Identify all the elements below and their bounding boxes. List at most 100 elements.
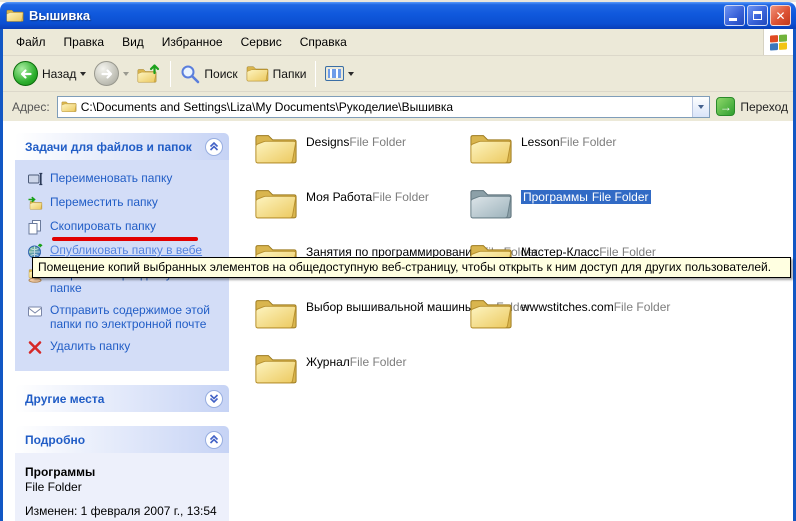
address-label: Адрес: — [12, 100, 50, 114]
move-folder-icon — [27, 195, 43, 211]
task-label: Переместить папку — [50, 195, 158, 209]
task-email-folder[interactable]: Отправить содержимое этой папки по элект… — [27, 303, 223, 331]
forward-button[interactable] — [90, 59, 133, 88]
maximize-icon — [753, 11, 762, 20]
forward-dropdown-icon — [123, 72, 129, 76]
details-item-type: File Folder — [25, 480, 221, 494]
menu-edit[interactable]: Правка — [55, 32, 114, 52]
folders-button[interactable]: Папки — [242, 62, 311, 85]
folders-icon — [246, 64, 269, 83]
task-move-folder[interactable]: Переместить папку — [27, 195, 223, 211]
chevron-down-icon — [698, 105, 704, 109]
email-icon — [27, 303, 43, 319]
minimize-button[interactable] — [724, 5, 745, 26]
folder-icon-selected — [469, 185, 513, 222]
address-bar: Адрес: → Переход — [3, 91, 793, 121]
go-button[interactable]: → Переход — [716, 97, 788, 116]
file-tasks-title: Задачи для файлов и папок — [25, 140, 192, 154]
folder-name: Designs — [306, 135, 349, 149]
other-places-panel: Другие места — [15, 385, 229, 412]
task-copy-folder[interactable]: Скопировать папку — [27, 219, 223, 235]
task-label: Удалить папку — [50, 339, 130, 353]
folder-icon — [254, 350, 298, 387]
folder-icon — [469, 130, 513, 167]
folder-type: File Folder — [614, 300, 671, 314]
folder-name: Выбор вышивальной машины — [306, 300, 474, 314]
folder-tile-lesson[interactable]: LessonFile Folder — [469, 130, 685, 185]
folder-tile-moya-rabota[interactable]: Моя РаботаFile Folder — [254, 185, 469, 240]
task-label: Скопировать папку — [50, 219, 156, 233]
details-header[interactable]: Подробно — [15, 426, 229, 453]
menu-help[interactable]: Справка — [291, 32, 356, 52]
copy-folder-icon — [27, 219, 43, 235]
file-tasks-panel: Задачи для файлов и папок Переименовать … — [15, 133, 229, 371]
menu-view[interactable]: Вид — [113, 32, 153, 52]
address-folder-icon — [61, 100, 77, 113]
address-dropdown-button[interactable] — [692, 97, 709, 117]
folder-icon — [254, 185, 298, 222]
menu-file[interactable]: Файл — [7, 32, 55, 52]
details-title: Подробно — [25, 433, 85, 447]
chevron-up-icon — [208, 433, 220, 446]
folder-icon — [469, 295, 513, 332]
folder-tile-vybor-mashiny[interactable]: Выбор вышивальной машиныFile Folder — [254, 295, 469, 350]
folder-tile-wwwstitches[interactable]: wwwstitches.comFile Folder — [469, 295, 685, 350]
details-item-modified: Изменен: 1 февраля 2007 г., 13:54 — [25, 504, 221, 518]
address-combo[interactable] — [57, 96, 711, 118]
collapse-button[interactable] — [205, 138, 223, 156]
views-dropdown-icon — [348, 72, 354, 76]
folder-tile-zhurnal[interactable]: ЖурналFile Folder — [254, 350, 469, 405]
address-input[interactable] — [81, 98, 693, 116]
back-icon — [13, 61, 38, 86]
go-label: Переход — [740, 100, 788, 114]
window-folder-icon — [6, 8, 24, 23]
file-tasks-header[interactable]: Задачи для файлов и папок — [15, 133, 229, 160]
windows-logo-box — [763, 29, 793, 55]
task-delete-folder[interactable]: Удалить папку — [27, 339, 223, 355]
back-button[interactable]: Назад — [9, 59, 90, 88]
folders-label: Папки — [273, 67, 307, 81]
windows-logo-icon — [770, 34, 787, 50]
other-places-header[interactable]: Другие места — [15, 385, 229, 412]
go-arrow-icon: → — [716, 97, 735, 116]
menu-bar: Файл Правка Вид Избранное Сервис Справка — [3, 29, 793, 55]
expand-button[interactable] — [205, 390, 223, 408]
menu-favorites[interactable]: Избранное — [153, 32, 232, 52]
forward-icon — [94, 61, 119, 86]
tooltip: Помещение копий выбранных элементов на о… — [32, 257, 791, 278]
close-icon: ✕ — [775, 10, 785, 22]
views-icon — [325, 66, 344, 81]
folder-icon — [254, 295, 298, 332]
chevron-up-icon — [208, 140, 220, 153]
other-places-title: Другие места — [25, 392, 104, 406]
toolbar-separator — [170, 61, 171, 87]
search-icon — [180, 64, 200, 84]
up-button[interactable] — [133, 60, 165, 87]
standard-toolbar: Назад Поиск — [3, 55, 793, 91]
views-button[interactable] — [321, 64, 358, 83]
up-folder-icon — [137, 62, 161, 85]
details-body: Программы File Folder Изменен: 1 февраля… — [15, 453, 229, 521]
folder-name: Моя Работа — [306, 190, 372, 204]
minimize-icon — [729, 18, 737, 21]
folder-name: Lesson — [521, 135, 560, 149]
menu-tools[interactable]: Сервис — [232, 32, 291, 52]
details-panel: Подробно Программы File Folder Изменен: … — [15, 426, 229, 521]
back-dropdown-icon — [80, 72, 86, 76]
task-pane: Задачи для файлов и папок Переименовать … — [3, 121, 241, 521]
file-list-area: DesignsFile Folder LessonFile Folder Моя… — [241, 121, 793, 521]
title-bar[interactable]: Вышивка ✕ — [0, 2, 796, 29]
task-label: Опубликовать папку в вебе — [50, 243, 202, 257]
collapse-button[interactable] — [205, 431, 223, 449]
folder-tile-designs[interactable]: DesignsFile Folder — [254, 130, 469, 185]
search-button[interactable]: Поиск — [176, 62, 241, 86]
task-label: Переименовать папку — [50, 171, 172, 185]
folder-type: File Folder — [372, 190, 429, 204]
folder-type: File Folder — [350, 355, 407, 369]
folder-tile-programmy-selected[interactable]: ПрограммыFile Folder — [469, 185, 685, 240]
folder-name: wwwstitches.com — [521, 300, 614, 314]
task-rename-folder[interactable]: Переименовать папку — [27, 171, 223, 187]
maximize-button[interactable] — [747, 5, 768, 26]
close-button[interactable]: ✕ — [770, 5, 791, 26]
toolbar-separator — [315, 61, 316, 87]
